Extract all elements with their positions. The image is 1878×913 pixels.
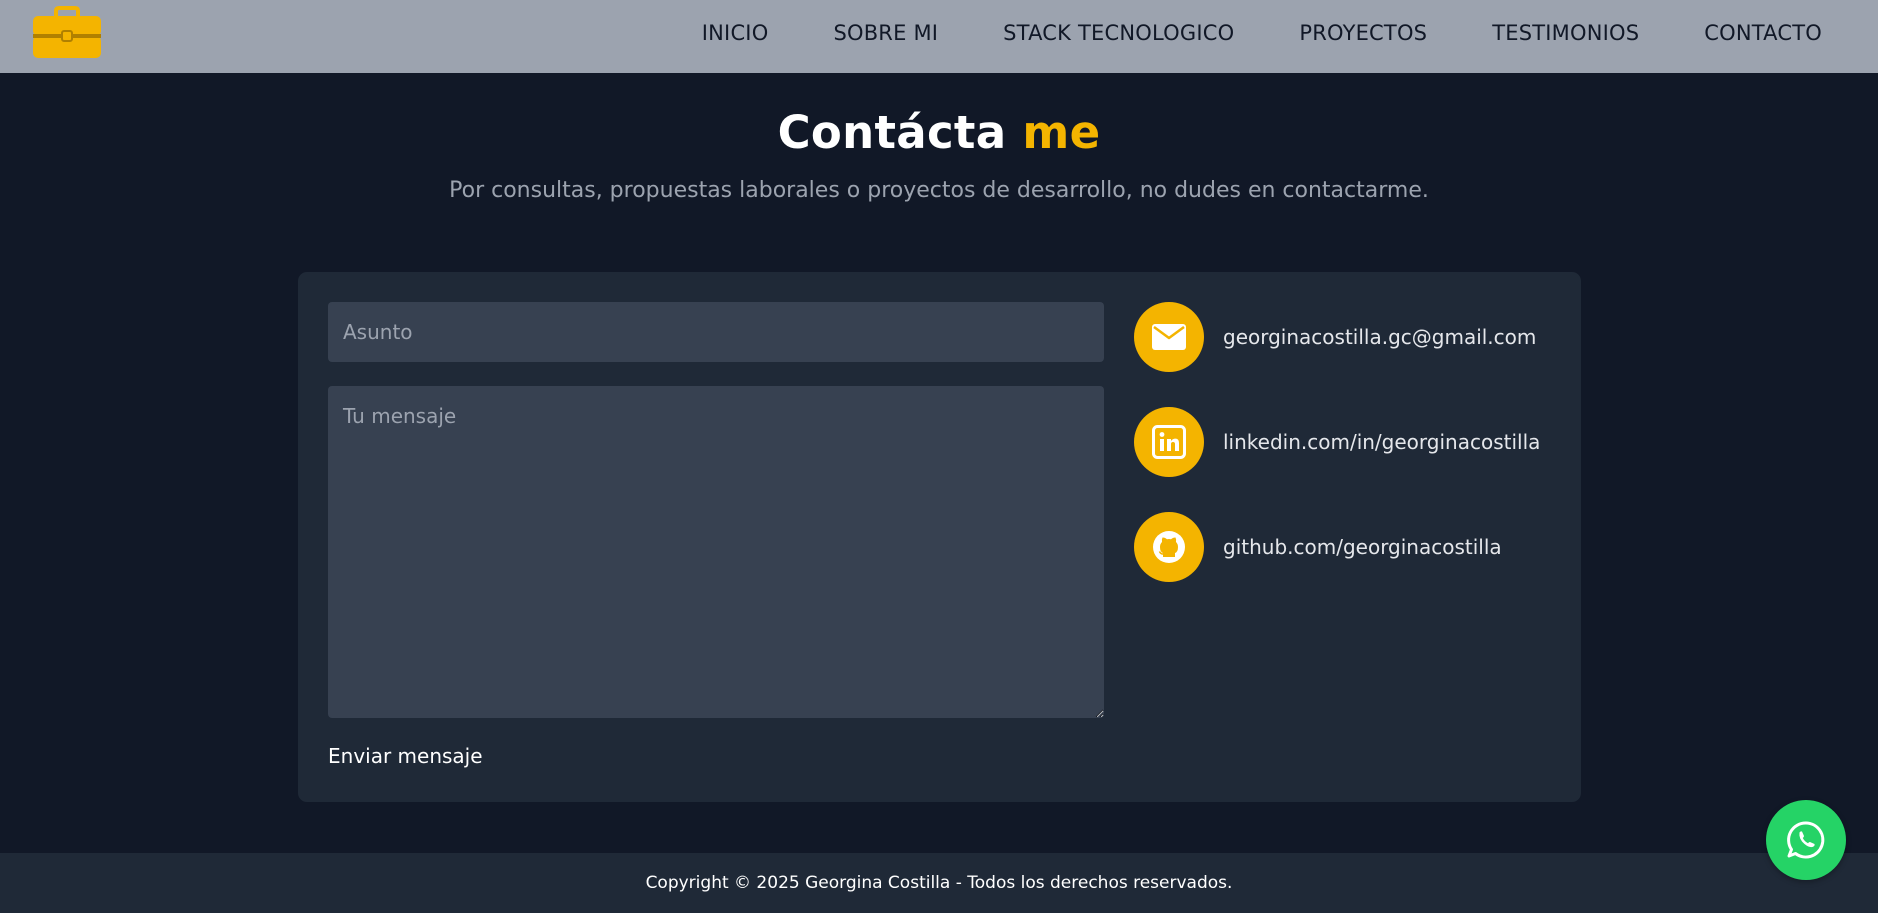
linkedin-icon [1134,407,1204,477]
nav-link-proyectos[interactable]: PROYECTOS [1299,21,1427,45]
contact-email: georginacostilla.gc@gmail.com [1134,302,1574,372]
briefcase-icon[interactable] [30,6,104,60]
copyright-text: Copyright © 2025 Georgina Costilla - Tod… [645,873,1233,893]
nav-links: INICIO SOBRE MI STACK TECNOLOGICO PROYEC… [637,0,1822,66]
whatsapp-icon [1787,821,1825,859]
send-message-button[interactable]: Enviar mensaje [328,744,483,768]
title-accent: me [1022,106,1101,159]
nav-link-stack[interactable]: STACK TECNOLOGICO [1003,21,1234,45]
whatsapp-button[interactable] [1766,800,1846,880]
github-icon [1134,512,1204,582]
email-link[interactable]: georginacostilla.gc@gmail.com [1223,325,1536,349]
nav-link-testimonios[interactable]: TESTIMONIOS [1492,21,1639,45]
contact-card: Enviar mensaje georginacostilla.gc@gmail… [298,272,1581,802]
subject-input[interactable] [328,302,1104,362]
mail-icon [1134,302,1204,372]
nav-link-contacto[interactable]: CONTACTO [1704,21,1822,45]
footer: Copyright © 2025 Georgina Costilla - Tod… [0,853,1878,913]
contact-github: github.com/georginacostilla [1134,512,1574,582]
nav-link-inicio[interactable]: INICIO [702,21,769,45]
github-link[interactable]: github.com/georginacostilla [1223,535,1502,559]
contact-linkedin: linkedin.com/in/georginacostilla [1134,407,1574,477]
title-main: Contácta [777,106,1007,159]
page-subtitle: Por consultas, propuestas laborales o pr… [449,178,1429,203]
nav-link-sobre-mi[interactable]: SOBRE MI [833,21,938,45]
linkedin-link[interactable]: linkedin.com/in/georginacostilla [1223,430,1540,454]
message-textarea[interactable] [328,386,1104,718]
page-title: Contácta me [0,106,1878,159]
navbar: INICIO SOBRE MI STACK TECNOLOGICO PROYEC… [0,0,1878,73]
